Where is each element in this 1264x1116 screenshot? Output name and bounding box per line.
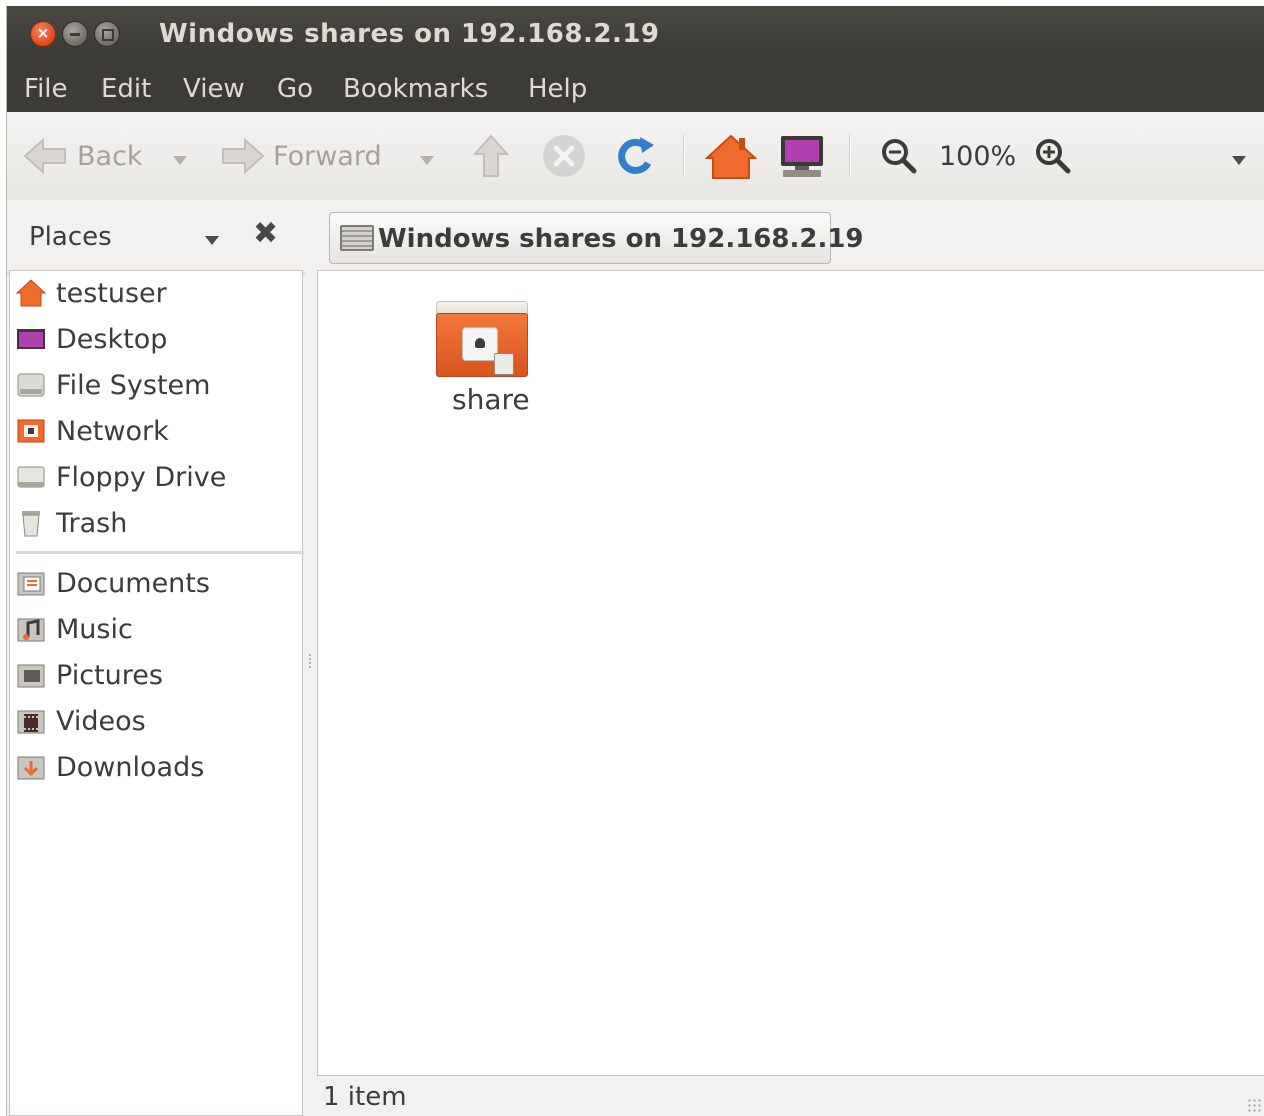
computer-icon [781,136,823,177]
menu-bookmarks[interactable]: Bookmarks [343,74,488,104]
up-button[interactable] [471,112,511,200]
status-text: 1 item [323,1082,407,1112]
zoom-level[interactable]: 100% [939,112,1016,200]
title-bar[interactable]: × Windows shares on 192.168.2.19 [7,6,1264,62]
sidebar-item-label: Pictures [56,660,163,691]
shared-folder-icon [436,301,528,379]
zoom-out-button[interactable] [879,112,919,200]
window-title: Windows shares on 192.168.2.19 [159,19,660,49]
toolbar-separator [683,134,685,178]
home-icon [16,279,46,307]
sidebar-item-label: File System [56,370,211,401]
music-folder-icon [17,618,45,642]
file-view[interactable]: share [317,270,1264,1076]
sidebar-item-floppy-drive[interactable]: Floppy Drive [10,455,302,499]
reload-button[interactable] [612,112,658,200]
minimize-window-button[interactable] [62,21,88,47]
maximize-window-button[interactable] [94,21,120,47]
file-name: share [452,383,530,416]
sidebar-item-label: testuser [56,278,167,309]
forward-history-dropdown-icon[interactable] [420,156,434,165]
pictures-folder-icon [17,664,45,688]
documents-folder-icon [17,572,45,596]
sidebar-resize-handle[interactable] [305,270,317,1116]
forward-button[interactable]: Forward [219,112,382,200]
sidebar-item-music[interactable]: Music [10,607,302,651]
sidebar-item-file-system[interactable]: File System [10,363,302,407]
close-sidebar-icon[interactable]: ✖ [253,216,278,251]
menu-file[interactable]: File [24,74,68,104]
floppy-icon [17,466,45,488]
sidebar-item-network[interactable]: Network [10,409,302,453]
places-sidebar: testuser Desktop File System Network Flo… [9,270,304,1116]
sidebar-item-label: Music [56,614,133,645]
computer-button[interactable] [777,112,827,200]
places-dropdown-icon[interactable] [205,236,219,245]
sidebar-item-label: Documents [56,568,210,599]
up-arrow-icon [472,134,510,177]
sidebar-item-label: Floppy Drive [56,462,227,493]
home-icon [705,134,757,179]
resize-grip-icon [309,654,313,668]
location-bar: Places ✖ Windows shares on 192.168.2.19 [7,200,1264,274]
window-resize-grip-icon[interactable] [1247,1098,1261,1112]
places-label[interactable]: Places [29,222,112,252]
sidebar-item-videos[interactable]: Videos [10,699,302,743]
sidebar-item-label: Trash [56,508,128,539]
trash-icon [22,511,40,537]
stop-button[interactable] [541,112,587,200]
forward-label: Forward [273,140,382,172]
downloads-folder-icon [17,756,45,780]
toolbar: Back Forward 100% [7,112,1264,200]
sidebar-item-trash[interactable]: Trash [10,501,302,545]
forward-arrow-icon [222,137,265,175]
sidebar-item-label: Downloads [56,752,205,783]
network-icon [17,419,45,443]
sidebar-item-downloads[interactable]: Downloads [10,745,302,789]
menu-view[interactable]: View [183,74,245,104]
sidebar-item-documents[interactable]: Documents [10,561,302,605]
close-window-button[interactable]: × [30,21,56,47]
back-label: Back [77,140,143,172]
sidebar-item-desktop[interactable]: Desktop [10,317,302,361]
menu-help[interactable]: Help [528,74,587,104]
menu-edit[interactable]: Edit [101,74,151,104]
zoom-out-icon [882,139,917,174]
stop-icon [543,135,585,177]
sidebar-divider [16,551,304,554]
back-button[interactable]: Back [21,112,143,200]
home-button[interactable] [705,112,757,200]
file-manager-window: × Windows shares on 192.168.2.19 File Ed… [6,6,1264,1116]
toolbar-overflow-dropdown-icon[interactable] [1232,156,1246,165]
menu-bar: File Edit View Go Bookmarks Help [7,62,1264,112]
zoom-in-icon [1036,139,1071,174]
harddisk-icon [17,373,45,397]
videos-folder-icon [17,710,45,734]
status-bar: 1 item [317,1076,1264,1116]
sidebar-item-pictures[interactable]: Pictures [10,653,302,697]
sidebar-item-label: Network [56,416,169,447]
back-arrow-icon [23,137,66,175]
sidebar-item-label: Videos [56,706,146,737]
network-share-icon [340,225,374,251]
zoom-in-button[interactable] [1033,112,1073,200]
desktop-icon [17,329,45,349]
menu-go[interactable]: Go [277,74,313,104]
sidebar-item-label: Desktop [56,324,168,355]
toolbar-separator [849,134,851,178]
path-button-current[interactable]: Windows shares on 192.168.2.19 [329,212,864,264]
reload-icon [618,137,654,174]
back-history-dropdown-icon[interactable] [173,156,187,165]
sidebar-item-testuser[interactable]: testuser [10,271,302,315]
path-button-label: Windows shares on 192.168.2.19 [378,224,864,254]
